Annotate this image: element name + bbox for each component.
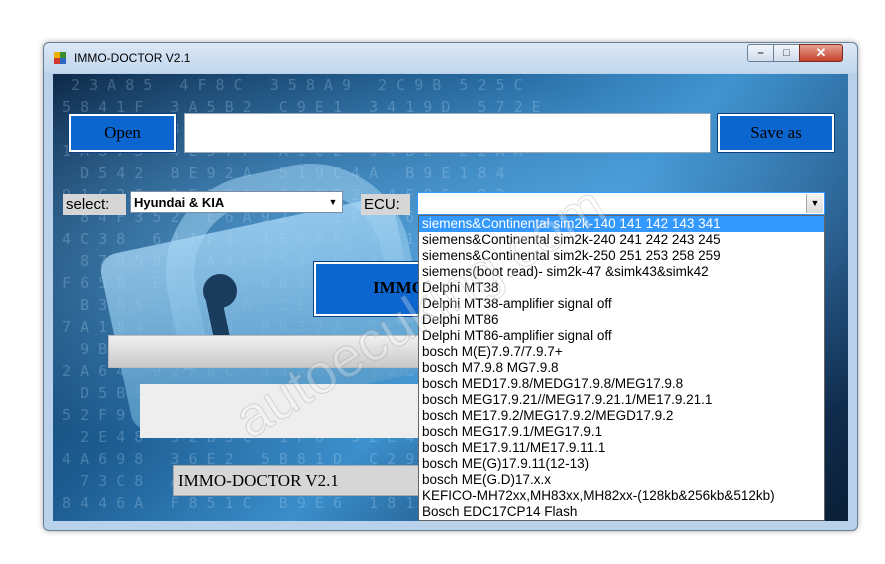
chevron-down-icon[interactable]: ▼ [325,193,341,211]
client-area: 2 3 A 8 5 4 F 8 C 3 5 8 A 9 2 C 9 B 5 2 … [53,74,848,521]
ecu-option[interactable]: KEFICO-MH72xx,MH83xx,MH82xx-(128kb&256kb… [419,488,824,504]
progress-bar [108,335,428,368]
brand-select[interactable]: Hyundai & KIA ▼ [130,191,343,213]
ecu-option[interactable]: Delphi MT86-amplifier signal off [419,328,824,344]
maximize-button[interactable]: □ [773,44,800,62]
ecu-option[interactable]: Bosch EDC17CP14 Flash [419,504,824,520]
window-title: IMMO-DOCTOR V2.1 [74,51,191,65]
ecu-option[interactable]: bosch ME(G.D)17.x.x [419,472,824,488]
chevron-down-icon[interactable]: ▼ [806,194,823,213]
maximize-icon: □ [783,47,790,59]
ecu-option[interactable]: bosch M7.9.8 MG7.9.8 [419,360,824,376]
immo-button[interactable]: IMMO [313,261,435,317]
ecu-option[interactable]: bosch MEG17.9.1/MEG17.9.1 [419,424,824,440]
ecu-option[interactable]: bosch ME17.9.11/ME17.9.11.1 [419,440,824,456]
close-icon: ✕ [815,45,827,60]
ecu-label: ECU: [361,194,410,215]
ecu-option[interactable]: siemens&Continental sim2k-250 251 253 25… [419,248,824,264]
app-icon [54,52,66,64]
ecu-dropdown-list[interactable]: siemens&Continental sim2k-140 141 142 14… [418,215,825,521]
minimize-icon: – [757,47,764,59]
ecu-option[interactable]: Delphi MT38-amplifier signal off [419,296,824,312]
ecu-option[interactable]: bosch MEG17.9.21//MEG17.9.21.1/ME17.9.21… [419,392,824,408]
ecu-select[interactable]: ▼ [417,192,825,215]
brand-select-value: Hyundai & KIA [134,195,225,210]
ecu-option[interactable]: siemens&Continental sim2k-240 241 242 24… [419,232,824,248]
version-label: IMMO-DOCTOR V2.1 [173,465,433,496]
select-label: select: [63,194,126,215]
ecu-option[interactable]: siemens(boot read)- sim2k-47 &simk43&sim… [419,264,824,280]
minimize-button[interactable]: – [747,44,774,62]
save-as-button[interactable]: Save as [717,113,835,153]
ecu-option[interactable]: bosch ME(G)17.9.11(12-13) [419,456,824,472]
app-window: IMMO-DOCTOR V2.1 – □ ✕ 2 3 A 8 5 4 F 8 C… [43,42,858,531]
ecu-option[interactable]: bosch MED17.9.8/MEDG17.9.8/MEG17.9.8 [419,376,824,392]
file-path-field[interactable] [184,113,711,153]
ecu-option[interactable]: Delphi MT86 [419,312,824,328]
ecu-option[interactable]: Delphi MT38 [419,280,824,296]
output-panel [140,384,430,438]
ecu-option[interactable]: bosch ME17.9.2/MEG17.9.2/MEGD17.9.2 [419,408,824,424]
title-bar[interactable]: IMMO-DOCTOR V2.1 – □ ✕ [44,43,857,73]
open-button[interactable]: Open [68,113,177,153]
close-button[interactable]: ✕ [799,44,843,62]
ecu-option[interactable]: bosch M(E)7.9.7/7.9.7+ [419,344,824,360]
ecu-option[interactable]: siemens&Continental sim2k-140 141 142 14… [419,216,824,232]
